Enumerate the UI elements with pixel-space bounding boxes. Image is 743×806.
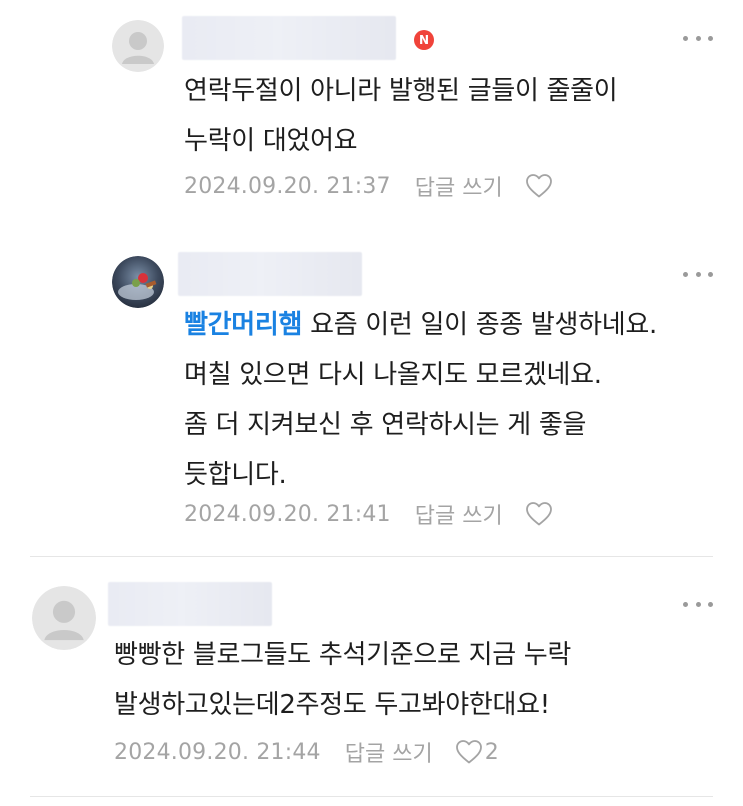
- mention-link[interactable]: 빨간머리햄: [184, 310, 302, 340]
- author-name-redacted[interactable]: [108, 582, 272, 626]
- comment-line: 듯합니다.: [184, 460, 287, 490]
- like-button[interactable]: 2: [455, 739, 499, 765]
- comment-line: 연락두절이 아니라 발행된 글들이 줄줄이: [184, 76, 618, 106]
- comment-line: 빨간머리햄 요즘 이런 일이 종종 발생하네요.: [184, 300, 657, 350]
- reply-button[interactable]: 답글 쓰기: [345, 736, 433, 768]
- comment-meta: 2024.09.20. 21:37 답글 쓰기: [184, 170, 553, 202]
- reply-button[interactable]: 답글 쓰기: [415, 498, 503, 530]
- more-options-icon[interactable]: [683, 269, 713, 279]
- comment-line: 빵빵한 블로그들도 추석기준으로 지금 누락: [114, 640, 572, 670]
- author-name-redacted[interactable]: [182, 16, 396, 60]
- comment-meta: 2024.09.20. 21:44 답글 쓰기 2: [114, 736, 499, 768]
- heart-outline-icon: [455, 740, 482, 764]
- comment-text: 빵빵한 블로그들도 추석기준으로 지금 누락 발생하고있는데2주정도 두고봐야한…: [114, 630, 571, 730]
- author-name-redacted[interactable]: [178, 252, 362, 296]
- comment-line: 며칠 있으면 다시 나올지도 모르겠네요.: [184, 360, 602, 390]
- reply-button[interactable]: 답글 쓰기: [415, 170, 503, 202]
- default-avatar-icon[interactable]: [112, 20, 164, 72]
- comment-meta: 2024.09.20. 21:41 답글 쓰기: [184, 498, 553, 530]
- comment-text: 빨간머리햄 요즘 이런 일이 종종 발생하네요. 며칠 있으면 다시 나올지도 …: [184, 300, 657, 500]
- comment-date: 2024.09.20. 21:41: [184, 501, 391, 527]
- comment-date: 2024.09.20. 21:37: [184, 173, 391, 199]
- comment-line: 누락이 대었어요: [184, 126, 358, 156]
- default-avatar-icon[interactable]: [32, 586, 96, 650]
- naver-badge-icon: N: [414, 30, 434, 50]
- comment-divider: [30, 796, 713, 797]
- more-options-icon[interactable]: [683, 599, 713, 609]
- like-button[interactable]: [525, 173, 553, 199]
- more-options-icon[interactable]: [683, 33, 713, 43]
- comment-line: 발생하고있는데2주정도 두고봐야한대요!: [114, 690, 550, 720]
- profile-photo-avatar[interactable]: [112, 256, 164, 308]
- comment-text: 연락두절이 아니라 발행된 글들이 줄줄이 누락이 대었어요: [184, 66, 618, 166]
- heart-outline-icon: [525, 502, 552, 526]
- like-count: 2: [484, 739, 499, 765]
- like-button[interactable]: [525, 501, 553, 527]
- comment-divider: [30, 556, 713, 557]
- comment-line: 좀 더 지켜보신 후 연락하시는 게 좋을: [184, 410, 587, 440]
- heart-outline-icon: [525, 174, 552, 198]
- comment-date: 2024.09.20. 21:44: [114, 739, 321, 765]
- comment-line-rest: 요즘 이런 일이 종종 발생하네요.: [302, 310, 657, 340]
